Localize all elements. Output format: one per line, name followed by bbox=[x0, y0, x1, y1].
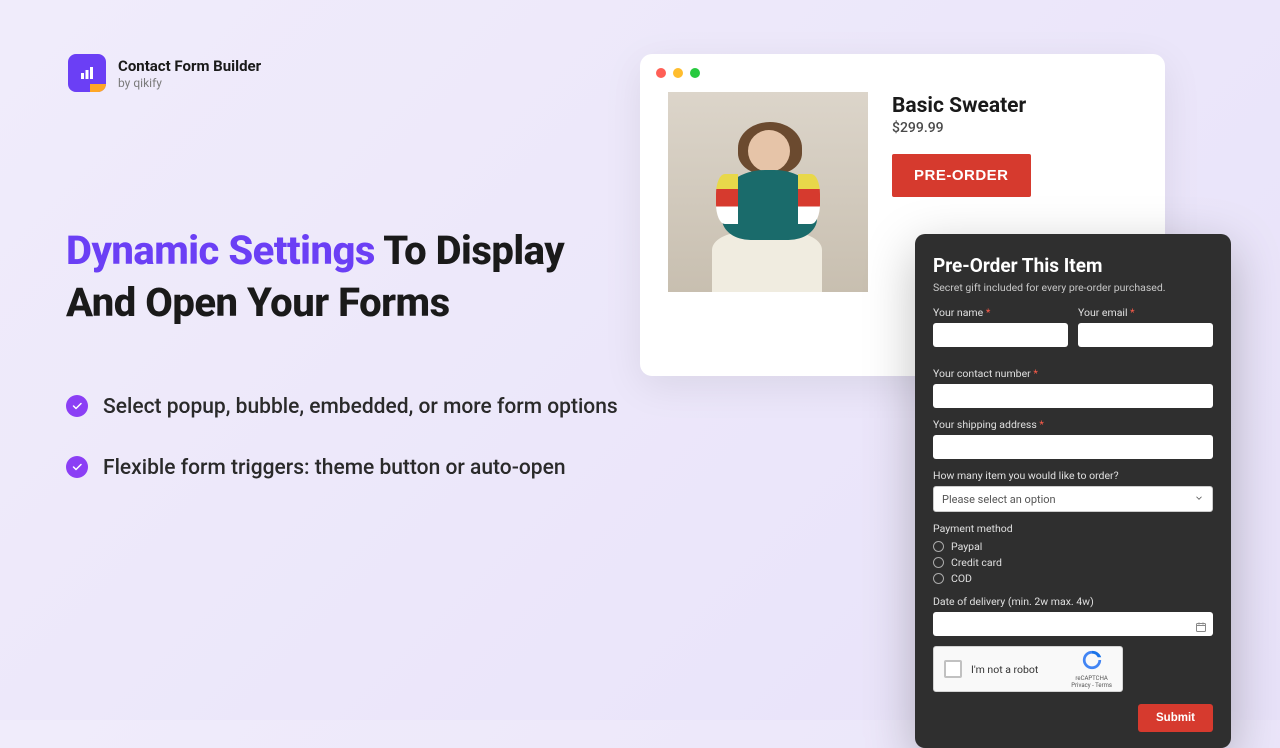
bullet-item: Flexible form triggers: theme button or … bbox=[66, 452, 626, 485]
check-icon bbox=[66, 395, 88, 417]
payment-option-credit-card[interactable]: Credit card bbox=[933, 556, 1213, 569]
payment-method-group: Payment method Paypal Credit card COD bbox=[933, 522, 1213, 585]
email-input[interactable] bbox=[1078, 323, 1213, 347]
product-name: Basic Sweater bbox=[892, 94, 1031, 118]
app-icon bbox=[68, 54, 106, 92]
date-input[interactable] bbox=[933, 612, 1213, 636]
bullet-text: Select popup, bubble, embedded, or more … bbox=[103, 391, 618, 424]
hero-section: Dynamic Settings To Display And Open You… bbox=[66, 225, 626, 512]
bullet-item: Select popup, bubble, embedded, or more … bbox=[66, 391, 626, 424]
payment-option-paypal[interactable]: Paypal bbox=[933, 540, 1213, 553]
check-icon bbox=[66, 456, 88, 478]
name-label: Your name * bbox=[933, 306, 1068, 319]
recaptcha-text: I'm not a robot bbox=[971, 663, 1062, 676]
calendar-icon bbox=[1195, 618, 1207, 630]
product-price: $299.99 bbox=[892, 120, 1031, 136]
close-dot-icon bbox=[656, 68, 666, 78]
contact-input[interactable] bbox=[933, 384, 1213, 408]
bullet-text: Flexible form triggers: theme button or … bbox=[103, 452, 566, 485]
preorder-button[interactable]: PRE-ORDER bbox=[892, 154, 1031, 197]
app-header: Contact Form Builder by qikify bbox=[68, 54, 261, 92]
submit-button[interactable]: Submit bbox=[1138, 704, 1213, 732]
radio-icon bbox=[933, 541, 944, 552]
qty-label: How many item you would like to order? bbox=[933, 469, 1213, 482]
chevron-down-icon bbox=[1194, 493, 1204, 506]
hero-title-accent: Dynamic Settings bbox=[66, 227, 375, 274]
qty-select-value: Please select an option bbox=[942, 493, 1056, 506]
name-input[interactable] bbox=[933, 323, 1068, 347]
address-input[interactable] bbox=[933, 435, 1213, 459]
product-image bbox=[668, 92, 868, 292]
form-title: Pre-Order This Item bbox=[933, 254, 1213, 277]
date-label: Date of delivery (min. 2w max. 4w) bbox=[933, 595, 1213, 608]
radio-icon bbox=[933, 573, 944, 584]
contact-label: Your contact number * bbox=[933, 367, 1213, 380]
radio-icon bbox=[933, 557, 944, 568]
qty-select[interactable]: Please select an option bbox=[933, 486, 1213, 512]
payment-label: Payment method bbox=[933, 522, 1213, 535]
hero-title: Dynamic Settings To Display And Open You… bbox=[66, 225, 626, 329]
minimize-dot-icon bbox=[673, 68, 683, 78]
address-label: Your shipping address * bbox=[933, 418, 1213, 431]
bullet-list: Select popup, bubble, embedded, or more … bbox=[66, 391, 626, 484]
recaptcha-widget[interactable]: I'm not a robot reCAPTCHA Privacy - Term… bbox=[933, 646, 1123, 692]
recaptcha-checkbox[interactable] bbox=[944, 660, 962, 678]
window-controls bbox=[640, 54, 1165, 92]
preorder-form: Pre-Order This Item Secret gift included… bbox=[915, 234, 1231, 748]
app-subtitle: by qikify bbox=[118, 76, 261, 90]
maximize-dot-icon bbox=[690, 68, 700, 78]
form-subtitle: Secret gift included for every pre-order… bbox=[933, 281, 1213, 294]
app-title: Contact Form Builder bbox=[118, 57, 261, 75]
recaptcha-logo-icon: reCAPTCHA Privacy - Terms bbox=[1071, 649, 1112, 689]
payment-option-cod[interactable]: COD bbox=[933, 572, 1213, 585]
email-label: Your email * bbox=[1078, 306, 1213, 319]
